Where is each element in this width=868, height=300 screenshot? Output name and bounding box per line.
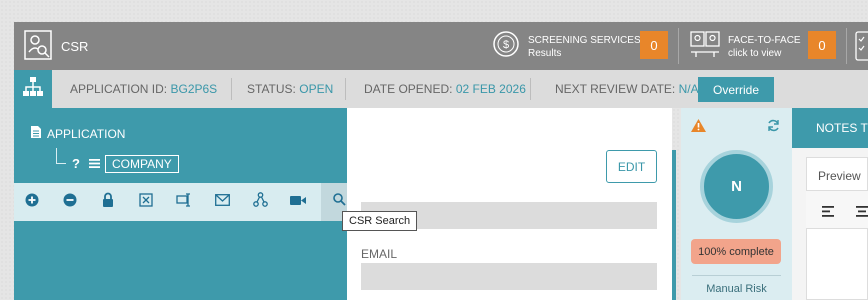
org-chart-icon — [21, 75, 45, 104]
lock-button[interactable] — [90, 183, 126, 221]
screening-title: SCREENING SERVICES — [528, 34, 641, 46]
video-button[interactable] — [280, 183, 316, 221]
info-divider — [530, 78, 531, 100]
close-box-button[interactable] — [128, 183, 164, 221]
face-to-face-subtitle: click to view — [728, 47, 782, 59]
align-center-icon[interactable] — [856, 204, 868, 222]
network-button[interactable] — [242, 183, 278, 221]
mail-icon — [214, 193, 230, 211]
app-header: CSR $ SCREENING SERVICES Results 0 FACE-… — [14, 22, 868, 70]
menu-icon[interactable] — [89, 156, 100, 174]
screening-subtitle: Results — [528, 47, 562, 59]
application-info-bar: APPLICATION ID: BG2P6S STATUS: OPEN DATE… — [14, 70, 868, 108]
face-to-face-count-badge[interactable]: 0 — [808, 31, 836, 59]
csr-logo-icon — [24, 30, 52, 65]
status: STATUS: OPEN — [247, 82, 333, 96]
tree-node-application[interactable]: APPLICATION — [31, 126, 125, 141]
close-box-icon — [139, 192, 153, 212]
completion-badge: 100% complete — [691, 239, 781, 264]
document-icon — [31, 126, 41, 141]
tree-connector — [56, 148, 66, 164]
risk-rating-circle: N — [700, 150, 773, 223]
face-to-face-icon — [690, 30, 720, 63]
application-id-value: BG2P6S — [170, 82, 218, 96]
next-review-date: NEXT REVIEW DATE: N/A — [555, 82, 699, 96]
org-chart-button[interactable] — [14, 70, 52, 108]
email-field[interactable] — [361, 263, 657, 290]
edit-button[interactable]: EDIT — [606, 150, 657, 183]
remove-icon — [63, 193, 77, 212]
info-divider — [345, 78, 346, 100]
assign-icon — [176, 192, 192, 212]
tree-node-company[interactable]: COMPANY — [105, 155, 179, 173]
next-review-value: N/A — [678, 82, 699, 96]
header-divider — [678, 28, 679, 64]
risk-divider — [692, 275, 781, 276]
warning-icon — [691, 119, 706, 137]
date-opened: DATE OPENED: 02 FEB 2026 — [364, 82, 526, 96]
tree-question-mark: ? — [72, 156, 80, 171]
panel-divider — [672, 150, 676, 300]
search-icon — [332, 193, 346, 211]
tree-application-label: APPLICATION — [47, 126, 126, 141]
status-value: OPEN — [299, 82, 334, 96]
lock-icon — [102, 192, 114, 212]
video-icon — [290, 193, 306, 211]
assign-button[interactable] — [166, 183, 202, 221]
notes-title-header: NOTES TITLE — [792, 108, 868, 148]
manual-risk-link[interactable]: Manual Risk — [681, 283, 792, 295]
tree-action-toolbar — [14, 183, 398, 221]
checklist-icon[interactable] — [854, 31, 868, 66]
application-id: APPLICATION ID: BG2P6S — [70, 82, 217, 96]
face-to-face-link[interactable]: FACE-TO-FACE click to view — [690, 30, 801, 63]
add-icon — [25, 193, 39, 212]
notes-format-toolbar — [806, 191, 868, 229]
align-left-icon[interactable] — [822, 204, 834, 222]
mail-button[interactable] — [204, 183, 240, 221]
face-to-face-title: FACE-TO-FACE — [728, 34, 801, 46]
email-label: EMAIL — [361, 247, 398, 261]
add-button[interactable] — [14, 183, 50, 221]
application-id-label: APPLICATION ID: — [70, 82, 168, 96]
screening-dollar-icon: $ — [492, 30, 520, 63]
csr-search-tooltip: CSR Search — [342, 211, 418, 231]
override-button[interactable]: Override — [698, 77, 774, 102]
app-title: CSR — [61, 39, 89, 54]
refresh-icon[interactable] — [767, 119, 780, 137]
status-label: STATUS: — [247, 82, 296, 96]
remove-button[interactable] — [52, 183, 88, 221]
header-divider — [846, 28, 847, 64]
info-divider — [231, 78, 232, 100]
next-review-label: NEXT REVIEW DATE: — [555, 82, 676, 96]
date-opened-label: DATE OPENED: — [364, 82, 453, 96]
screening-services-link[interactable]: $ SCREENING SERVICES Results — [492, 30, 641, 63]
screening-count-badge[interactable]: 0 — [640, 31, 668, 59]
network-icon — [252, 192, 268, 212]
notes-preview-tab[interactable]: Preview — [818, 169, 861, 183]
date-opened-value: 02 FEB 2026 — [455, 82, 526, 96]
svg-text:$: $ — [503, 39, 509, 51]
